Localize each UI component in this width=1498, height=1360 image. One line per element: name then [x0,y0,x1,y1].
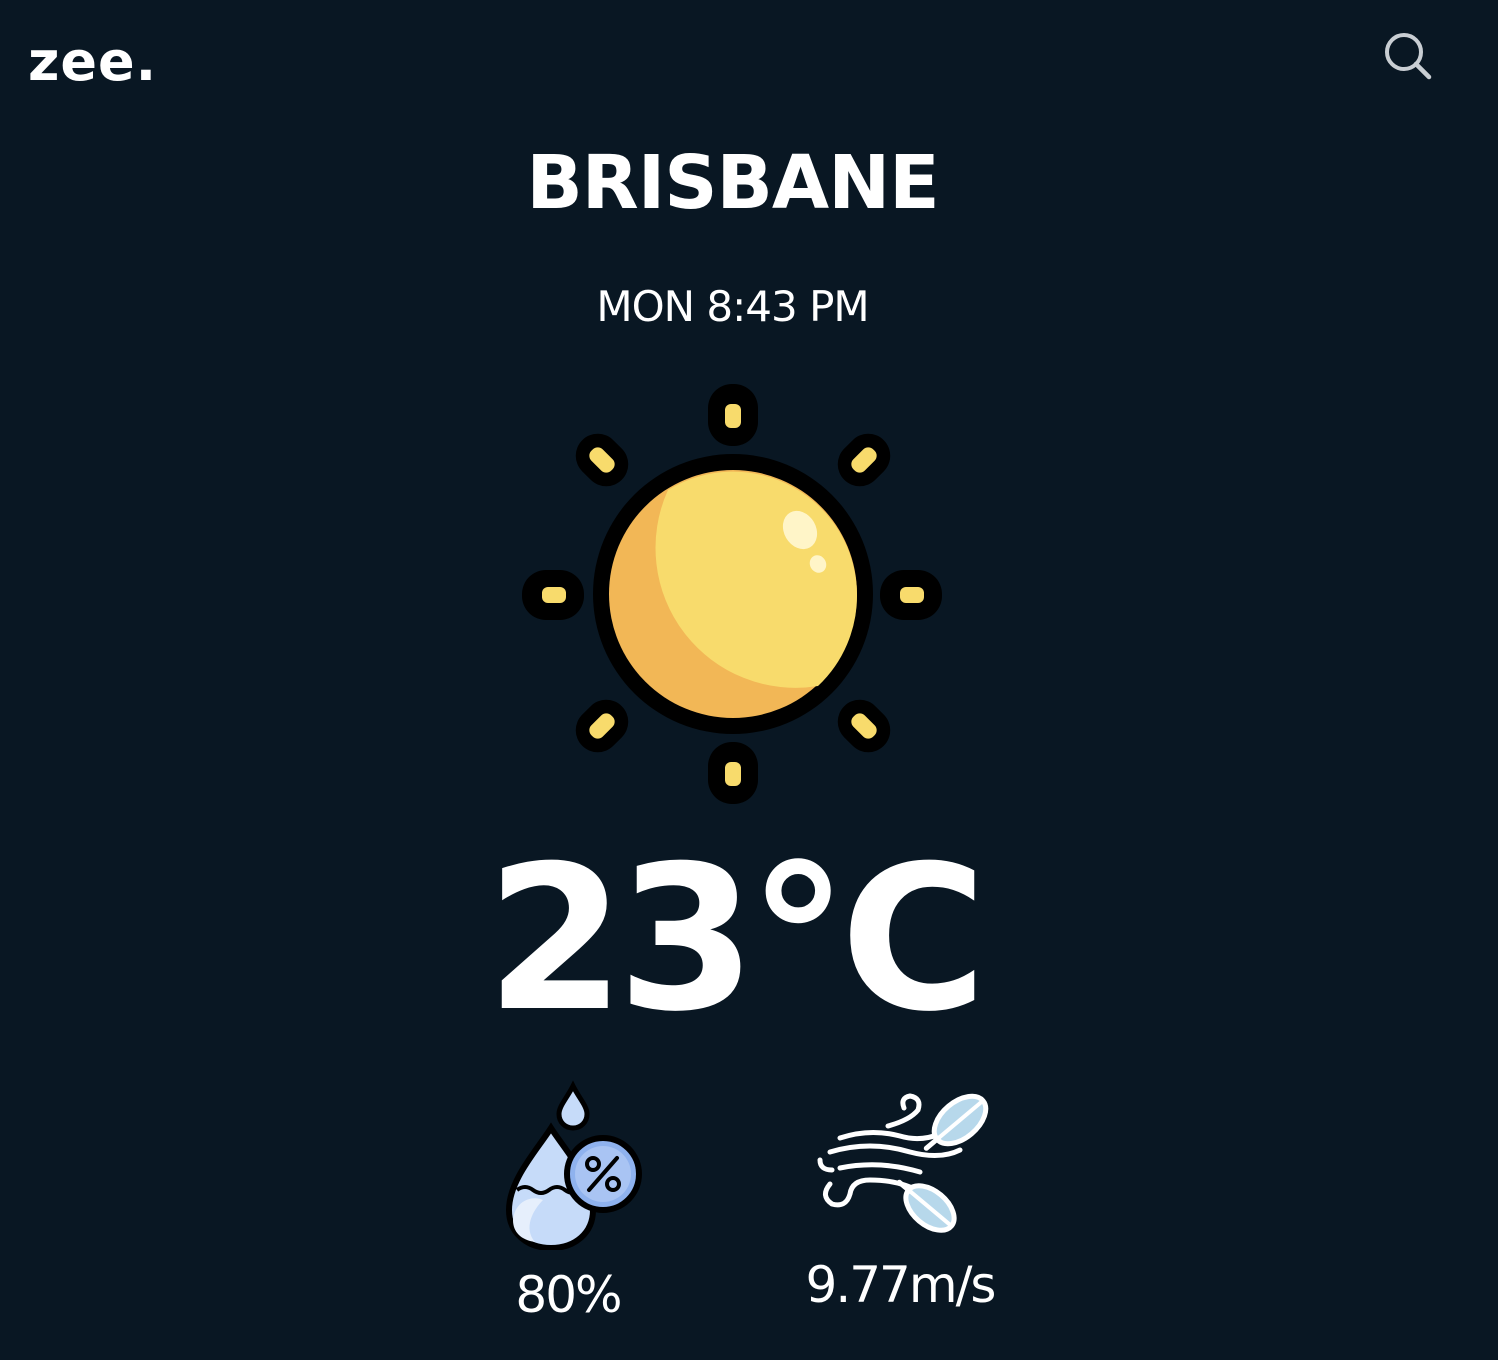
search-icon [1385,33,1432,80]
humidity-stat: 80% [468,1080,668,1324]
humidity-value: 80% [515,1266,622,1324]
search-button[interactable] [1380,28,1434,82]
humidity-icon [505,1080,642,1250]
sun-icon [522,384,942,804]
date-time: MON 8:43 PM [596,282,869,331]
weather-condition [518,380,948,810]
app-logo[interactable]: zee. [28,30,157,93]
wind-stat: 9.77m/s [790,1080,1010,1314]
weather-app: zee. BRISBANE MON 8:43 PM 23°C 80% 9.77m… [0,0,1498,1360]
wind-icon [817,1093,989,1233]
city-name: BRISBANE [526,140,939,226]
temperature: 23°C [485,823,987,1056]
sun-body [593,454,873,734]
wind-value: 9.77m/s [805,1256,997,1314]
